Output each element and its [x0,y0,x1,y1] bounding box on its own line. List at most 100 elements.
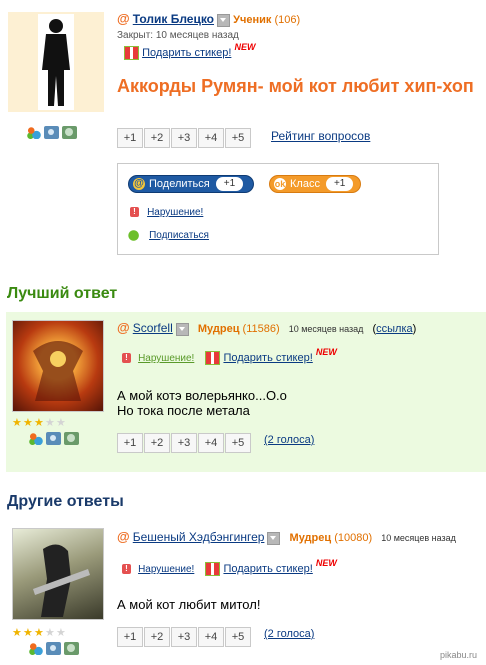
star-filled-icon: ★ [34,417,44,429]
vote-plus1-button[interactable]: +1 [117,128,143,148]
new-badge: NEW [234,41,256,52]
vote-plus2-button[interactable]: +2 [144,128,170,148]
best-answer-avatar[interactable] [12,320,104,412]
other-answers-heading: Другие ответы [7,493,124,510]
vote-plus5-button[interactable]: +5 [225,627,251,647]
photo-icon[interactable] [44,126,59,139]
gift-icon [124,46,139,60]
vote-plus3-button[interactable]: +3 [171,627,197,647]
other-answer-author-link[interactable]: Бешеный Хэдбэнгингер [133,530,265,544]
violation-link[interactable]: Нарушение! [147,207,203,218]
permalink[interactable]: ссылка [376,323,413,335]
other-answer-stars: ★ ★ ★ ★ ★ [12,627,66,639]
subscribe-row: Подписаться [128,229,209,241]
author-menu-dropdown[interactable] [175,322,189,336]
vote-plus4-button[interactable]: +4 [198,433,224,453]
watermark: pikabu.ru [440,650,478,660]
other-answer-actions: ! Нарушение! Подарить стикер! NEW [122,558,337,576]
author-menu-dropdown[interactable] [267,531,281,545]
star-filled-icon: ★ [12,627,22,639]
class-button[interactable]: ok Класс +1 [269,175,361,193]
at-icon: @ [117,11,130,26]
star-empty-icon: ★ [45,417,55,429]
star-empty-icon: ★ [45,627,55,639]
best-answer-user-icons [28,432,79,445]
best-answer-text-line: Но тока после метала [117,403,250,418]
gift-sticker-link[interactable]: Подарить стикер! [142,47,231,59]
photo-icon[interactable] [46,642,61,655]
video-icon[interactable] [64,642,79,655]
question-status: Закрыт: 10 месяцев назад [117,30,239,41]
other-answer-author-line: @ Бешеный Хэдбэнгингер Мудрец (10080) 10… [117,529,456,545]
demon-image [33,341,83,401]
question-avatar[interactable] [8,12,104,112]
best-answer-rank: Мудрец (11586) [197,323,280,335]
at-icon: @ [117,529,130,544]
share-button[interactable]: @ Поделиться +1 [128,175,254,193]
vote-plus1-button[interactable]: +1 [117,627,143,647]
subscribe-icon [128,229,142,241]
star-empty-icon: ★ [56,627,66,639]
photo-icon[interactable] [46,432,61,445]
gift-sticker-link[interactable]: Подарить стикер! [223,563,312,575]
best-answer-text: А мой котэ волерьянко...О.о Но тока посл… [117,388,287,418]
other-answer-time: 10 месяцев назад [381,533,456,543]
vote-plus3-button[interactable]: +3 [171,128,197,148]
people-icon[interactable] [28,642,43,655]
question-title: Аккорды Румян- мой кот любит хип-хоп [117,76,474,96]
vote-plus4-button[interactable]: +4 [198,128,224,148]
vote-plus5-button[interactable]: +5 [225,433,251,453]
star-empty-icon: ★ [56,417,66,429]
new-badge: NEW [315,346,337,357]
best-answer-text-line: А мой котэ волерьянко...О.о [117,388,287,403]
gift-icon [205,351,221,365]
warning-icon: ! [122,353,131,363]
subscribe-link[interactable]: Подписаться [149,230,209,241]
violation-link[interactable]: Нарушение! [138,564,194,575]
other-answer-vote-row: +1 +2 +3 +4 +5 [117,627,252,647]
mail-at-icon: @ [133,178,145,190]
vote-plus2-button[interactable]: +2 [144,433,170,453]
warning-icon: ! [122,564,131,574]
vote-plus5-button[interactable]: +5 [225,128,251,148]
at-icon: @ [117,320,130,335]
question-vote-row: +1 +2 +3 +4 +5 [117,128,252,148]
best-answer-stars: ★ ★ ★ ★ ★ [12,417,66,429]
other-answer-text: А мой кот любит митол! [117,597,261,612]
best-answer-author-link[interactable]: Scorfell [133,321,173,335]
other-answer-user-icons [28,642,79,655]
question-gift: Подарить стикер! NEW [124,42,255,60]
violation-link[interactable]: Нарушение! [138,353,194,364]
video-icon[interactable] [62,126,77,139]
best-answer-author-line: @ Scorfell Мудрец (11586) 10 месяцев наз… [117,320,416,336]
star-filled-icon: ★ [12,417,22,429]
ok-icon: ok [274,178,286,190]
other-answer-rank: Мудрец (10080) [289,532,373,544]
rating-link[interactable]: Рейтинг вопросов [271,129,370,143]
people-icon[interactable] [28,432,43,445]
best-answer-actions: ! Нарушение! Подарить стикер! NEW [122,347,337,365]
guitarist-image [33,544,90,617]
best-answer-votes-count[interactable]: (2 голоса) [264,434,314,446]
new-badge: NEW [315,557,337,568]
class-label: Класс [290,178,320,190]
gift-icon [205,562,221,576]
video-icon[interactable] [64,432,79,445]
vote-plus3-button[interactable]: +3 [171,433,197,453]
silhouette-image [38,14,74,110]
share-label: Поделиться [149,178,210,190]
share-box: @ Поделиться +1 ok Класс +1 ! Нарушение!… [117,163,439,255]
author-menu-dropdown[interactable] [217,13,231,27]
people-icon[interactable] [26,126,41,139]
vote-plus2-button[interactable]: +2 [144,627,170,647]
class-count: +1 [325,177,354,191]
vote-plus1-button[interactable]: +1 [117,433,143,453]
other-answer-votes-count[interactable]: (2 голоса) [264,628,314,640]
question-author-line: @ Толик Блецко Ученик (106) [117,11,300,27]
violation-row: ! Нарушение! [130,206,203,218]
question-author-link[interactable]: Толик Блецко [133,12,214,26]
warning-icon: ! [130,207,139,218]
vote-plus4-button[interactable]: +4 [198,627,224,647]
gift-sticker-link[interactable]: Подарить стикер! [223,352,312,364]
other-answer-avatar[interactable] [12,528,104,620]
